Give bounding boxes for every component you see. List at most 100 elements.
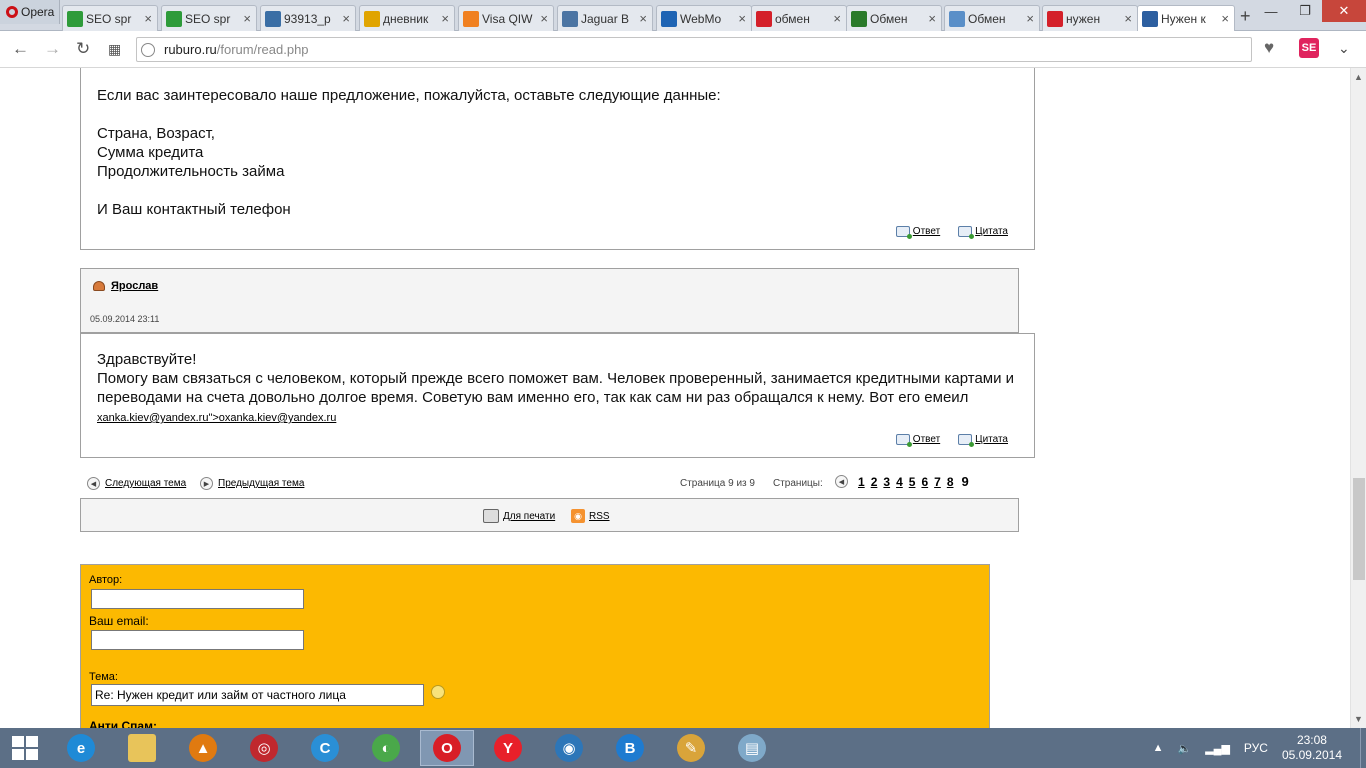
browser-tab[interactable]: дневник ×: [359, 5, 455, 31]
prev-topic-link[interactable]: Предыдущая тема: [218, 478, 304, 489]
taskbar-app[interactable]: ▤: [725, 730, 779, 766]
page-link[interactable]: 6: [921, 475, 928, 489]
clock[interactable]: 23:08 05.09.2014: [1282, 733, 1342, 763]
menu-down-icon[interactable]: ⌄: [1338, 40, 1350, 57]
prev-topic[interactable]: ▶ Предыдущая тема: [200, 477, 304, 490]
url-field[interactable]: ruburo.ru/forum/read.php: [136, 37, 1252, 62]
taskbar-app[interactable]: e: [54, 730, 108, 766]
bookmark-heart-icon[interactable]: ♥: [1264, 38, 1274, 58]
back-arrow-icon[interactable]: ←: [12, 39, 29, 59]
browser-tab[interactable]: нужен ×: [1042, 5, 1138, 31]
close-tab-icon[interactable]: ×: [928, 11, 936, 26]
email-link[interactable]: xanka.kiev@yandex.ru">oxanka.kiev@yandex…: [97, 412, 336, 424]
windows-start-icon[interactable]: [12, 736, 38, 760]
seo-extension-icon[interactable]: SE: [1299, 38, 1319, 58]
page-link[interactable]: 8: [947, 475, 954, 489]
next-topic[interactable]: ◀ Следующая тема: [87, 477, 186, 490]
taskbar-app[interactable]: ✎: [664, 730, 718, 766]
close-tab-icon[interactable]: ×: [1026, 11, 1034, 26]
reload-icon[interactable]: ↻: [76, 39, 90, 59]
close-tab-icon[interactable]: ×: [1221, 11, 1229, 26]
print-version[interactable]: Для печати: [483, 509, 555, 523]
browser-tab[interactable]: обмен ×: [751, 5, 847, 31]
close-tab-icon[interactable]: ×: [441, 11, 449, 26]
seo-sprint-icon: [67, 10, 83, 27]
post-2-date: 05.09.2014 23:11: [90, 314, 160, 324]
author-input[interactable]: [91, 589, 304, 609]
close-tab-icon[interactable]: ×: [540, 11, 548, 26]
clock-date: 05.09.2014: [1281, 748, 1342, 762]
scrollbar-thumb[interactable]: [1353, 478, 1365, 580]
taskbar-app[interactable]: C: [298, 730, 352, 766]
show-desktop-button[interactable]: [1360, 728, 1366, 768]
browser-tab[interactable]: SEO spr ×: [161, 5, 257, 31]
post-1-line: [97, 181, 721, 200]
browser-tab[interactable]: WebMo ×: [656, 5, 752, 31]
taskbar-app[interactable]: B: [603, 730, 657, 766]
close-window-icon[interactable]: ✕: [1322, 0, 1366, 22]
tray-arrow-icon[interactable]: ▲: [1153, 742, 1164, 754]
opera-menu-button[interactable]: Opera: [0, 0, 60, 24]
rss[interactable]: ◉ RSS: [571, 509, 610, 523]
post-2-reply-link[interactable]: Ответ: [895, 430, 940, 449]
browser-tab[interactable]: Нужен к ×: [1137, 5, 1235, 32]
browser-tab[interactable]: Jaguar B ×: [557, 5, 653, 31]
globe-app-icon: ◉: [555, 734, 583, 762]
taskbar-app[interactable]: ▲: [176, 730, 230, 766]
volume-icon[interactable]: 🔈: [1177, 742, 1191, 755]
close-tab-icon[interactable]: ×: [833, 11, 841, 26]
print-link[interactable]: Для печати: [503, 511, 555, 522]
scroll-up-icon[interactable]: ▲: [1354, 72, 1363, 82]
chrome-like-icon: ◐: [372, 734, 400, 762]
post-1-text: Если вас заинтересовало наше предложение…: [97, 86, 721, 219]
language-indicator[interactable]: РУС: [1244, 741, 1268, 755]
email-input[interactable]: [91, 630, 304, 650]
browser-tab[interactable]: Обмен ×: [944, 5, 1040, 31]
post-1-reply-link[interactable]: Ответ: [895, 222, 940, 241]
page-link[interactable]: 5: [909, 475, 916, 489]
taskbar-app[interactable]: ◐: [359, 730, 413, 766]
speed-dial-grid-icon[interactable]: ▦: [108, 41, 121, 58]
browser-tab[interactable]: SEO spr ×: [62, 5, 158, 31]
taskbar-app[interactable]: ◎: [237, 730, 291, 766]
close-tab-icon[interactable]: ×: [738, 11, 746, 26]
ruburo-icon: [1142, 11, 1158, 27]
taskbar-app[interactable]: O: [420, 730, 474, 766]
scroll-down-icon[interactable]: ▼: [1354, 714, 1363, 724]
page-link[interactable]: 2: [871, 475, 878, 489]
url-host: ruburo.ru: [164, 42, 217, 57]
browser-tab[interactable]: 93913_p ×: [260, 5, 356, 31]
taskbar-app[interactable]: ◉: [542, 730, 596, 766]
close-tab-icon[interactable]: ×: [144, 11, 152, 26]
page-scrollbar[interactable]: ▲ ▼: [1350, 68, 1366, 728]
page-info: Страница 9 из 9: [680, 478, 755, 489]
subject-input[interactable]: [91, 684, 424, 706]
site-info-icon[interactable]: [141, 42, 155, 57]
page-link[interactable]: 4: [896, 475, 903, 489]
restore-icon[interactable]: ❐: [1288, 0, 1322, 22]
next-topic-link[interactable]: Следующая тема: [105, 478, 186, 489]
close-tab-icon[interactable]: ×: [243, 11, 251, 26]
page-link[interactable]: 7: [934, 475, 941, 489]
minimize-icon[interactable]: —: [1254, 0, 1288, 22]
post-2-quote-link[interactable]: Цитата: [958, 430, 1008, 449]
taskbar-app[interactable]: [115, 730, 169, 766]
close-tab-icon[interactable]: ×: [342, 11, 350, 26]
close-tab-icon[interactable]: ×: [1124, 11, 1132, 26]
url-path: /forum/read.php: [216, 42, 309, 57]
taskbar-app[interactable]: Y: [481, 730, 535, 766]
author-link[interactable]: Ярослав: [111, 280, 158, 292]
network-icon[interactable]: ▂▄▆: [1205, 742, 1230, 755]
page-link[interactable]: 3: [883, 475, 890, 489]
rss-link[interactable]: RSS: [589, 511, 610, 522]
smiley-icon[interactable]: [431, 685, 445, 699]
prev-page-icon[interactable]: ◀: [835, 475, 848, 488]
new-tab-plus-icon[interactable]: +: [1240, 6, 1251, 27]
close-tab-icon[interactable]: ×: [639, 11, 647, 26]
browser-tab[interactable]: Visa QIW ×: [458, 5, 554, 31]
browser-tab[interactable]: Обмен ×: [846, 5, 942, 31]
webmoney-icon: [661, 10, 677, 27]
forward-arrow-icon[interactable]: →: [44, 39, 61, 59]
page-link[interactable]: 1: [858, 475, 865, 489]
post-1-quote-link[interactable]: Цитата: [958, 222, 1008, 241]
